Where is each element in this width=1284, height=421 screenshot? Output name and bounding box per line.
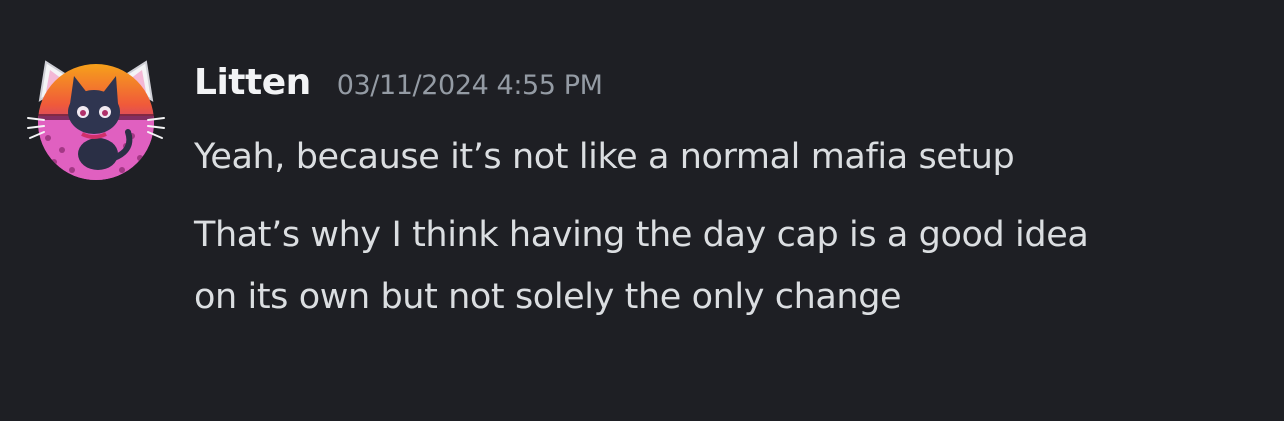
message-line: Yeah, because it’s not like a normal maf… [194,137,1015,177]
avatar[interactable] [26,54,172,180]
chat-message: Litten 03/11/2024 4:55 PM Yeah, because … [0,0,1284,421]
message-header: Litten 03/11/2024 4:55 PM [194,62,1264,112]
username[interactable]: Litten [194,62,311,103]
message-timestamp[interactable]: 03/11/2024 4:55 PM [337,70,603,101]
black-cat-avatar-icon [27,60,165,180]
message-line: That’s why I think having the day cap is… [194,215,1089,255]
message-line: on its own but not solely the only chang… [194,277,902,317]
message-content: Litten 03/11/2024 4:55 PM Yeah, because … [194,62,1264,328]
